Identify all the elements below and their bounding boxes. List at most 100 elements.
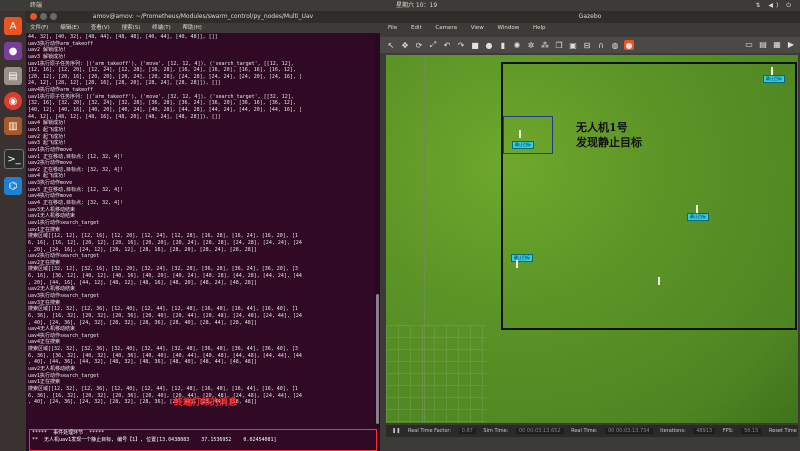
terminal-line: uav3 正在移动,目标点: [12, 32, 4]! [28,186,124,193]
target-marker-1[interactable]: 静止目标 [512,141,534,149]
iterations-label: Iterations: [660,428,686,434]
target-marker-4[interactable]: 静止目标 [511,254,533,262]
terminal-line: uav1 起飞成功! [28,126,67,133]
terminal-output[interactable]: 44, 32], [40, 32], [48, 44], [48, 48], [… [26,34,374,429]
search-area-boundary [501,62,797,330]
menu-help[interactable]: Help [533,25,546,31]
video-icon[interactable]: ▶ [786,39,796,49]
terminal-line: [12, 16], [12, 20], [12, 24], [12, 28], … [28,67,296,74]
world-axis-line [424,55,425,423]
spot-light-icon[interactable]: ✲ [526,40,536,50]
scrollbar-thumb[interactable] [376,294,379,424]
terminal-line: uav2执行动作search_target [28,253,100,260]
menu-view[interactable]: 查看(V) [91,25,110,31]
menu-window[interactable]: Window [498,25,520,31]
software-store-icon[interactable]: A [4,17,22,35]
annotation-line-2: 发现静止目标 [576,136,642,149]
gazebo-3d-view[interactable]: 静止目标 静止目标 静止目标 静止目标 无人机1号 发现静止目标 [386,55,798,423]
books-icon[interactable]: ▥ [4,117,22,135]
rotate-icon[interactable]: ⟳ [414,40,424,50]
terminal-line: 44, 32], [40, 32], [48, 44], [48, 48], [… [28,34,218,40]
terminal-line: 6, 16], [16, 12], [20, 12], [20, 16], [2… [28,239,302,246]
terminal-line: uav1无人机移动结束 [28,213,76,220]
terminal-line: 搜索区域[[12, 32], [12, 36], [12, 40], [12, … [28,385,298,392]
select-icon[interactable]: ↖ [386,40,396,50]
terminal-line: uav1执行动作move [28,146,73,153]
real-time-label: Real Time: [571,428,598,434]
terminal-line: uav3 解锁成功! [28,53,67,60]
menu-file[interactable]: File [388,25,397,31]
uav-model[interactable] [516,260,518,268]
menu-terminal[interactable]: 终端(T) [152,25,171,31]
event-highlight-box: ***** 事件处理环节 ***** ** 无人机uav1发现一个静止目标, 编… [29,429,377,451]
maximize-icon[interactable] [50,13,57,20]
scene-annotation: 无人机1号 发现静止目标 [576,120,642,150]
files-icon[interactable]: ▤ [4,67,22,85]
log-icon[interactable]: ▤ [758,39,768,49]
sphere-icon[interactable]: ● [484,40,494,50]
event-message: ** 无人机uav1发现一个静止目标, 编号【1】, 位置[13.0438083… [32,437,277,443]
uav-model[interactable] [696,205,698,213]
uav-model[interactable] [658,277,660,285]
terminal-line: uav3无人机移动结束 [28,206,76,213]
terminal-line: uav2执行动作move [28,160,73,167]
real-time-value: 00 00:03:13.734 [605,428,653,434]
menu-help[interactable]: 帮助(H) [183,25,202,31]
record-icon[interactable]: ● [624,40,634,50]
clock[interactable]: 星期六 10：19 [396,0,437,11]
terminal-line: 6, 36], [16, 32], [20, 32], [20, 36], [2… [28,312,302,319]
uav-model[interactable] [519,130,521,138]
app-purple-icon[interactable]: ● [4,42,22,60]
copy-icon[interactable]: ❐ [554,40,564,50]
menu-edit[interactable]: Edit [411,25,422,31]
cylinder-icon[interactable]: ▮ [498,40,508,50]
terminal-titlebar: amov@amov: ~/Prometheus/Modules/swarm_co… [26,11,380,23]
terminal-line: uav4无人机移动结束 [28,326,76,333]
plot-icon[interactable]: ▦ [772,39,782,49]
undo-icon[interactable]: ↶ [442,40,452,50]
snap-icon[interactable]: ∩ [596,40,606,50]
redo-icon[interactable]: ↷ [456,40,466,50]
close-icon[interactable] [30,13,37,20]
minimize-icon[interactable] [40,13,47,20]
rtf-label: Real Time Factor: [407,428,452,434]
system-tray[interactable]: ⇅ ◀) ⏻ [755,0,794,11]
terminal-line: uav2 正在移动,目标点: [32, 32, 4]! [28,166,124,173]
menu-edit[interactable]: 编辑(E) [60,25,79,31]
gazebo-menubar: File Edit Camera View Window Help [380,23,800,33]
screenshot-icon[interactable]: ▭ [744,39,754,49]
terminal-line: uav1执行动作search_target [28,219,100,226]
ground-grid [386,325,486,423]
fps-value: 56.15 [741,428,762,434]
target-marker-2[interactable]: 静止目标 [763,75,785,83]
terminal-line: uav4执行动作arm_takeoff [28,87,94,94]
camera-icon[interactable]: ◍ [610,40,620,50]
terminal-line: uav3 起飞成功! [28,140,67,147]
menu-camera[interactable]: Camera [435,25,457,31]
active-app-name[interactable]: 终端 [30,0,42,11]
chrome-icon[interactable]: ◉ [4,92,22,110]
terminal-line: uav1执行原子任务序列: [('arm_takeoff'), ('move',… [28,93,294,100]
terminal-line: uav4 起飞成功! [28,173,67,180]
align-icon[interactable]: ⊟ [582,40,592,50]
box-icon[interactable]: ■ [470,40,480,50]
target-marker-3[interactable]: 静止目标 [687,213,709,221]
iterations-value: 48913 [693,428,716,434]
play-pause-icon[interactable]: ❚❚ [392,428,400,434]
paste-icon[interactable]: ▣ [568,40,578,50]
terminal-line: [20, 12], [20, 16], [20, 20], [20, 24], … [28,73,302,80]
reset-time-button[interactable]: Reset Time [769,428,797,434]
terminal-line: uav2无人机移动结束 [28,286,76,293]
vscode-icon[interactable]: ⌬ [4,177,22,195]
directional-light-icon[interactable]: ⁂ [540,40,550,50]
terminal-line: 搜索区域[[12, 32], [12, 36], [12, 40], [12, … [28,306,298,313]
menu-view[interactable]: View [471,25,484,31]
uav-model[interactable] [771,67,773,75]
gazebo-titlebar: Gazebo [380,11,800,23]
menu-search[interactable]: 搜索(S) [122,25,141,31]
point-light-icon[interactable]: ✺ [512,40,522,50]
terminal-icon[interactable]: >_ [4,149,24,169]
scale-icon[interactable]: ⤢ [428,40,438,50]
translate-icon[interactable]: ✥ [400,40,410,50]
menu-file[interactable]: 文件(F) [30,25,48,31]
